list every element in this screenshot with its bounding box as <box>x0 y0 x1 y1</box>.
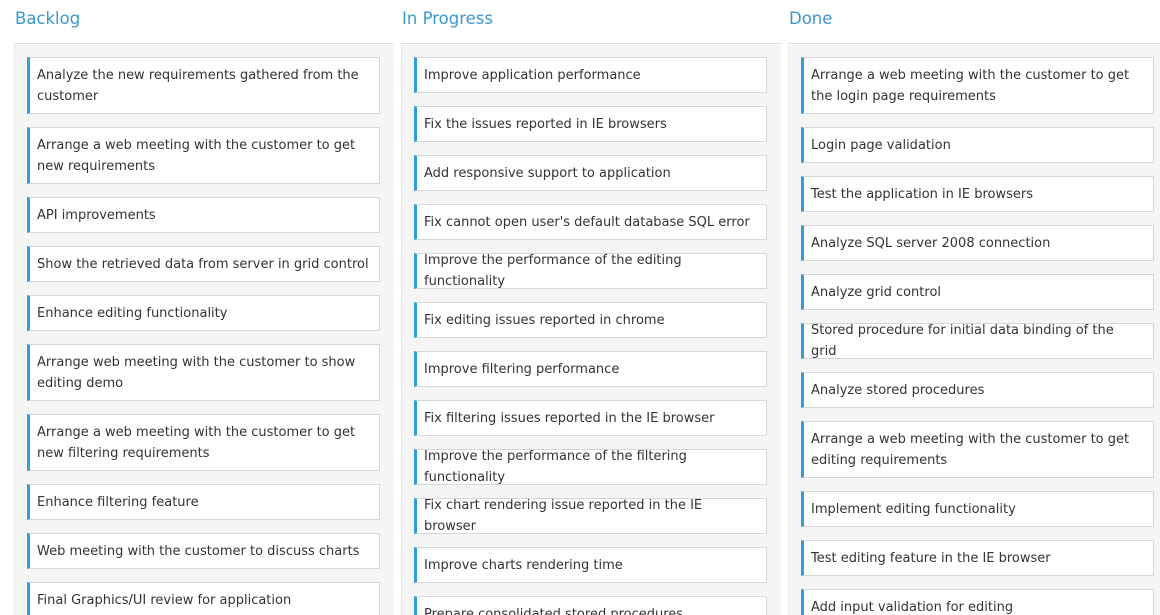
column-header: In Progress <box>401 0 781 44</box>
kanban-card[interactable]: Stored procedure for initial data bindin… <box>801 323 1154 359</box>
card-summary: Analyze SQL server 2008 connection <box>811 235 1051 251</box>
card-summary: Arrange a web meeting with the customer … <box>37 424 356 461</box>
column-title: Done <box>789 9 833 28</box>
kanban-card[interactable]: Improve filtering performance <box>414 351 767 387</box>
column-content: Improve application performance Fix the … <box>401 45 781 615</box>
card-summary: Prepare consolidated stored procedures <box>424 606 684 615</box>
kanban-card[interactable]: Show the retrieved data from server in g… <box>27 246 380 282</box>
card-summary: Login page validation <box>811 137 951 153</box>
card-summary: Add input validation for editing <box>811 599 1014 615</box>
kanban-card[interactable]: Arrange a web meeting with the customer … <box>27 414 380 471</box>
card-summary: Improve the performance of the filtering… <box>424 449 687 485</box>
card-summary: Analyze stored procedures <box>811 382 985 398</box>
kanban-card[interactable]: Improve charts rendering time <box>414 547 767 583</box>
kanban-board: Backlog Analyze the new requirements gat… <box>0 0 1160 615</box>
card-summary: Add responsive support to application <box>424 165 671 181</box>
card-summary: Enhance filtering feature <box>37 494 199 510</box>
kanban-card[interactable]: Add responsive support to application <box>414 155 767 191</box>
card-summary: Improve the performance of the editing f… <box>424 253 682 289</box>
kanban-card[interactable]: Fix cannot open user's default database … <box>414 204 767 240</box>
card-summary: Arrange a web meeting with the customer … <box>811 431 1130 468</box>
card-summary: Fix cannot open user's default database … <box>424 214 750 230</box>
kanban-card[interactable]: Test editing feature in the IE browser <box>801 540 1154 576</box>
kanban-card[interactable]: Improve application performance <box>414 57 767 93</box>
kanban-card[interactable]: Web meeting with the customer to discuss… <box>27 533 380 569</box>
kanban-card[interactable]: Improve the performance of the filtering… <box>414 449 767 485</box>
card-summary: Fix the issues reported in IE browsers <box>424 116 667 132</box>
kanban-card[interactable]: Enhance filtering feature <box>27 484 380 520</box>
kanban-card[interactable]: Fix editing issues reported in chrome <box>414 302 767 338</box>
column-header: Backlog <box>14 0 394 44</box>
kanban-card[interactable]: Arrange a web meeting with the customer … <box>801 421 1154 478</box>
card-summary: Fix chart rendering issue reported in th… <box>424 498 703 534</box>
card-summary: Improve filtering performance <box>424 361 620 377</box>
column-content: Analyze the new requirements gathered fr… <box>14 45 394 615</box>
kanban-card[interactable]: Analyze grid control <box>801 274 1154 310</box>
card-summary: Stored procedure for initial data bindin… <box>811 323 1114 359</box>
kanban-card[interactable]: Test the application in IE browsers <box>801 176 1154 212</box>
card-summary: Fix filtering issues reported in the IE … <box>424 410 715 426</box>
kanban-card[interactable]: Implement editing functionality <box>801 491 1154 527</box>
kanban-card[interactable]: Login page validation <box>801 127 1154 163</box>
card-summary: Arrange a web meeting with the customer … <box>811 67 1130 104</box>
card-summary: Analyze the new requirements gathered fr… <box>37 67 359 104</box>
kanban-card[interactable]: Final Graphics/UI review for application <box>27 582 380 615</box>
kanban-card[interactable]: Enhance editing functionality <box>27 295 380 331</box>
column-title: Backlog <box>15 9 81 28</box>
column-content: Arrange a web meeting with the customer … <box>788 45 1160 615</box>
card-summary: Test the application in IE browsers <box>811 186 1033 202</box>
kanban-card[interactable]: Fix chart rendering issue reported in th… <box>414 498 767 534</box>
column-in-progress: In Progress Improve application performa… <box>401 0 781 615</box>
card-summary: Improve charts rendering time <box>424 557 623 573</box>
card-summary: API improvements <box>37 207 156 223</box>
card-summary: Show the retrieved data from server in g… <box>37 256 369 272</box>
column-header: Done <box>788 0 1160 44</box>
card-summary: Final Graphics/UI review for application <box>37 592 292 608</box>
kanban-card[interactable]: Analyze stored procedures <box>801 372 1154 408</box>
card-summary: Implement editing functionality <box>811 501 1016 517</box>
kanban-card[interactable]: Analyze SQL server 2008 connection <box>801 225 1154 261</box>
card-summary: Enhance editing functionality <box>37 305 228 321</box>
kanban-card[interactable]: Fix the issues reported in IE browsers <box>414 106 767 142</box>
kanban-card[interactable]: Analyze the new requirements gathered fr… <box>27 57 380 114</box>
kanban-card[interactable]: Add input validation for editing <box>801 589 1154 615</box>
kanban-card[interactable]: Prepare consolidated stored procedures <box>414 596 767 615</box>
card-summary: Improve application performance <box>424 67 641 83</box>
card-summary: Web meeting with the customer to discuss… <box>37 543 360 559</box>
card-summary: Test editing feature in the IE browser <box>811 550 1051 566</box>
card-summary: Arrange web meeting with the customer to… <box>37 354 356 391</box>
kanban-card[interactable]: Fix filtering issues reported in the IE … <box>414 400 767 436</box>
kanban-card[interactable]: Arrange a web meeting with the customer … <box>27 127 380 184</box>
card-summary: Fix editing issues reported in chrome <box>424 312 665 328</box>
kanban-card[interactable]: Arrange a web meeting with the customer … <box>801 57 1154 114</box>
card-summary: Analyze grid control <box>811 284 942 300</box>
column-done: Done Arrange a web meeting with the cust… <box>788 0 1160 615</box>
kanban-card[interactable]: Improve the performance of the editing f… <box>414 253 767 289</box>
column-title: In Progress <box>402 9 493 28</box>
card-summary: Arrange a web meeting with the customer … <box>37 137 356 174</box>
column-backlog: Backlog Analyze the new requirements gat… <box>14 0 394 615</box>
kanban-card[interactable]: API improvements <box>27 197 380 233</box>
kanban-card[interactable]: Arrange web meeting with the customer to… <box>27 344 380 401</box>
